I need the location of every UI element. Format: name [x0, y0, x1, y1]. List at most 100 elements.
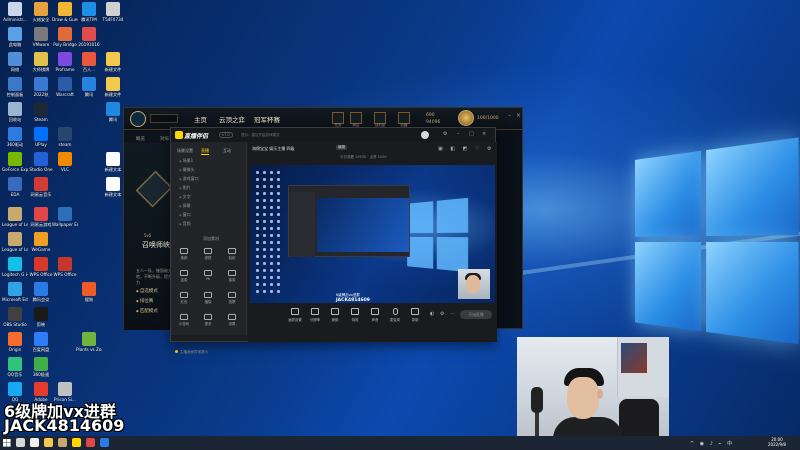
- desktop-icon[interactable]: 新建文件: [100, 77, 126, 97]
- tool-button[interactable]: 滤镜: [199, 248, 217, 260]
- desktop-icon[interactable]: 腾讯: [76, 77, 102, 97]
- system-tray[interactable]: ^ ◉ ♪ ⌁ 中: [690, 440, 734, 447]
- desktop-icon[interactable]: 剪映: [28, 307, 54, 327]
- desktop-icon[interactable]: Logitech G HUB: [2, 257, 28, 277]
- scene-source-item[interactable]: 屏幕: [179, 203, 191, 209]
- desktop-icon[interactable]: 火绒安全: [28, 2, 54, 22]
- tool-button[interactable]: 红包: [175, 292, 193, 304]
- desktop-icon[interactable]: 腾讯会议: [28, 282, 54, 302]
- settings-icon[interactable]: ⚙: [443, 131, 447, 137]
- league-taskbar-icon[interactable]: [58, 438, 67, 447]
- desktop-icon[interactable]: Plants vs Zombies: [76, 332, 102, 352]
- stream-app-window[interactable]: 直播伴侣 v7.0 提示：建议开启游戏模式 ⚙ – □ × 场景设置 直播 互动…: [170, 127, 497, 354]
- tab-live[interactable]: 直播: [201, 148, 209, 155]
- maximize-icon[interactable]: □: [469, 131, 474, 137]
- control-button[interactable]: 美颜: [324, 308, 346, 322]
- scene-source-item[interactable]: 图片: [179, 185, 191, 191]
- summoners-rift-card[interactable]: 5v5 召唤师峡谷 五人一队，摧毁敌方基地，不断升级，提升能力 自选模式 排位赛…: [124, 143, 177, 330]
- desktop-icon[interactable]: Administr...: [2, 2, 28, 22]
- scene-source-item[interactable]: 文字: [179, 194, 191, 200]
- desktop-icon[interactable]: Studio One: [28, 152, 54, 172]
- desktop-icon[interactable]: 搜狗: [76, 282, 102, 302]
- desktop-icon[interactable]: 360极速: [28, 357, 54, 377]
- league-play-button[interactable]: [150, 114, 178, 123]
- qq-taskbar-icon[interactable]: [100, 438, 109, 447]
- tab-match[interactable]: 对局: [160, 136, 169, 142]
- desktop-icon[interactable]: 百人...: [76, 52, 102, 72]
- clock[interactable]: 20:00 2022/9/8: [764, 437, 790, 447]
- edit-room-button[interactable]: 编辑: [336, 145, 347, 150]
- nav-home[interactable]: 主页: [194, 114, 207, 124]
- profile-avatar[interactable]: [458, 110, 474, 126]
- control-button[interactable]: 分辨率: [304, 308, 326, 322]
- desktop-icon[interactable]: 2022秋: [28, 77, 54, 97]
- control-button[interactable]: 录制: [404, 308, 426, 322]
- option-normal[interactable]: 匹配模式: [136, 308, 158, 314]
- control-button[interactable]: 声音: [364, 308, 386, 322]
- desktop-icon[interactable]: WPS Office: [28, 257, 54, 277]
- desktop-icon[interactable]: 腾讯TIM: [76, 2, 102, 22]
- desktop-icon[interactable]: 20191016: [76, 27, 102, 47]
- room-toolbar[interactable]: ▣ ◧ ◩ ♡ ⚙: [438, 146, 495, 152]
- control-button[interactable]: 麦克风: [384, 308, 406, 322]
- desktop-icon[interactable]: Steam: [28, 102, 54, 122]
- tool-button[interactable]: 更多: [199, 314, 217, 326]
- app-taskbar-icon[interactable]: [86, 438, 95, 447]
- desktop-icon[interactable]: League of Legends: [2, 207, 28, 227]
- desktop-icon[interactable]: EDA: [2, 177, 28, 197]
- explorer-icon[interactable]: [44, 438, 53, 447]
- desktop-icon[interactable]: WeGame: [28, 232, 54, 252]
- control-button[interactable]: 特效: [344, 308, 366, 322]
- search-icon[interactable]: [16, 438, 25, 447]
- scene-source-item[interactable]: 音频: [179, 221, 191, 227]
- desktop-icon[interactable]: T54F0734: [100, 2, 126, 22]
- league-logo-icon[interactable]: [130, 111, 146, 127]
- tab-overview[interactable]: 概览: [136, 136, 145, 142]
- tool-button[interactable]: 美颜: [175, 248, 193, 260]
- option-ranked[interactable]: 排位赛: [136, 298, 154, 304]
- nav-clash[interactable]: 冠军杯赛: [254, 114, 280, 124]
- desktop-icon[interactable]: Warcraft: [52, 77, 78, 97]
- desktop-icon[interactable]: 控制面板: [2, 77, 28, 97]
- option-draft[interactable]: 自选模式: [136, 288, 158, 294]
- desktop-icon[interactable]: 大师棋牌: [28, 52, 54, 72]
- desktop-icon[interactable]: VMware: [28, 27, 54, 47]
- tool-button[interactable]: 设置: [223, 314, 241, 326]
- scene-source-item[interactable]: 摄像头: [179, 167, 195, 173]
- minimize-icon[interactable]: –: [508, 112, 511, 119]
- desktop-icon[interactable]: OBS Studio: [2, 307, 28, 327]
- desktop-icon[interactable]: 回收站: [2, 102, 28, 122]
- desktop-icon[interactable]: Wallpaper Engine: [52, 207, 78, 227]
- desktop-icon[interactable]: GeForce Experience: [2, 152, 28, 172]
- desktop-icon[interactable]: Proframe: [52, 52, 78, 72]
- desktop-icon[interactable]: Microsoft Edge: [2, 282, 28, 302]
- tool-button[interactable]: 投票: [223, 292, 241, 304]
- desktop-icon[interactable]: VLC: [52, 152, 78, 172]
- close-icon[interactable]: ×: [482, 131, 486, 137]
- desktop-icon[interactable]: 360驱动: [2, 127, 28, 147]
- control-button[interactable]: 画质设置: [284, 308, 306, 322]
- desktop-icon[interactable]: League of Legends: [2, 232, 28, 252]
- tool-button[interactable]: PK: [199, 270, 217, 281]
- desktop-icon[interactable]: Poly Bridge: [52, 27, 78, 47]
- tab-scene[interactable]: 场景设置: [177, 148, 193, 154]
- tool-button[interactable]: 抽奖: [223, 270, 241, 282]
- desktop-icon[interactable]: 网易云游戏: [28, 207, 54, 227]
- add-source-button[interactable]: 添加素材: [203, 236, 219, 242]
- tool-button[interactable]: 福袋: [199, 292, 217, 304]
- user-avatar[interactable]: [421, 131, 429, 139]
- desktop-icon[interactable]: 百度网盘: [28, 332, 54, 352]
- tool-button[interactable]: 小游戏: [175, 314, 193, 326]
- desktop-icon[interactable]: 此电脑: [2, 27, 28, 47]
- desktop-icon[interactable]: 网络: [2, 52, 28, 72]
- start-live-button[interactable]: 开始直播: [460, 310, 492, 319]
- tool-button[interactable]: 连麦: [175, 270, 193, 282]
- close-icon[interactable]: ×: [516, 112, 521, 119]
- scene-source-item[interactable]: 窗口: [179, 212, 191, 218]
- desktop-icon[interactable]: steam: [52, 127, 78, 147]
- desktop-icon[interactable]: UPlay: [28, 127, 54, 147]
- extra-controls[interactable]: ◐ ⚙ ⋯: [430, 311, 457, 317]
- minimize-icon[interactable]: –: [457, 131, 460, 137]
- tab-interact[interactable]: 互动: [223, 148, 231, 154]
- desktop-icon[interactable]: QQ音乐: [2, 357, 28, 377]
